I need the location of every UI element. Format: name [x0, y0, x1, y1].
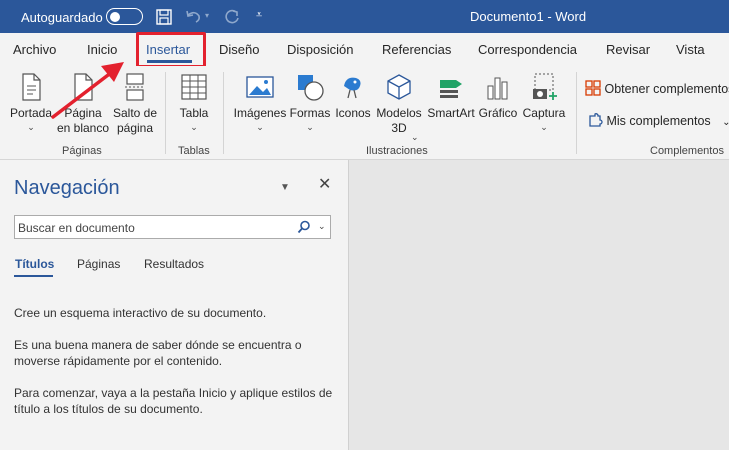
grafico-label: Gráfico — [478, 106, 518, 120]
shapes-icon — [298, 75, 324, 101]
screenshot-icon — [533, 73, 557, 100]
cover-page-icon — [22, 73, 41, 101]
obtener-complementos-label: Obtener complementos — [604, 82, 729, 96]
captura-button[interactable]: Captura ⌄ — [519, 72, 569, 133]
store-icon — [585, 80, 601, 96]
tab-archivo[interactable]: Archivo — [13, 42, 56, 57]
group-separator — [576, 72, 577, 154]
tab-vista[interactable]: Vista — [676, 42, 705, 57]
group-label-complementos: Complementos — [650, 145, 724, 157]
active-nav-tab-underline — [14, 275, 53, 277]
tab-referencias[interactable]: Referencias — [382, 42, 451, 57]
tabla-label: Tabla — [179, 106, 209, 120]
tab-titulos[interactable]: Títulos — [15, 257, 54, 271]
group-label-tablas: Tablas — [178, 145, 210, 157]
pagina-en-blanco-button[interactable]: Página en blanco — [55, 72, 111, 136]
customize-toolbar-icon[interactable]: ⩡ — [256, 9, 262, 22]
pictures-icon — [246, 76, 274, 98]
mis-complementos-label: Mis complementos — [606, 114, 711, 128]
my-addins-icon — [589, 113, 603, 127]
autosave-label: Autoguardado — [21, 10, 103, 25]
tab-inicio[interactable]: Inicio — [87, 42, 117, 57]
cube-icon — [387, 74, 411, 100]
tabla-button[interactable]: Tabla ⌄ — [172, 72, 216, 133]
mis-complementos-button[interactable]: Mis complementos ⌄ — [587, 112, 729, 128]
salto-label-1: Salto de — [112, 106, 158, 120]
nav-help-paragraph-1: Cree un esquema interactivo de su docume… — [14, 306, 267, 320]
tab-paginas[interactable]: Páginas — [77, 257, 120, 271]
modelos-3d-button[interactable]: Modelos 3D ⌄ — [373, 72, 425, 142]
tab-resultados[interactable]: Resultados — [144, 257, 204, 271]
toggle-knob — [110, 11, 120, 22]
pane-options-icon[interactable]: ▼ — [280, 182, 290, 193]
icons-icon — [344, 77, 361, 99]
salto-de-pagina-button[interactable]: Salto de página — [110, 72, 160, 136]
redo-icon[interactable] — [222, 7, 242, 27]
obtener-complementos-button[interactable]: Obtener complementos — [585, 80, 729, 96]
modelos-label-1: Modelos — [376, 106, 422, 120]
nav-help-paragraph-2: Es una buena manera de saber dónde se en… — [14, 338, 302, 368]
formas-dropdown-icon: ⌄ — [306, 122, 314, 132]
navigation-title: Navegación — [14, 177, 120, 199]
imagenes-label: Imágenes — [233, 106, 287, 120]
nav-help-paragraph-3: Para comenzar, vaya a la pestaña Inicio … — [14, 386, 333, 416]
formas-button[interactable]: Formas ⌄ — [288, 72, 332, 133]
undo-dropdown-icon[interactable]: ▾ — [205, 11, 209, 20]
portada-label: Portada — [9, 106, 53, 120]
salto-label-2: página — [116, 121, 154, 135]
navigation-pane: Navegación ▼ ✕ ⌄ Títulos Páginas Resulta… — [0, 160, 349, 450]
tab-disposicion[interactable]: Disposición — [287, 42, 353, 57]
tab-diseno[interactable]: Diseño — [219, 42, 259, 57]
group-label-ilustraciones: Ilustraciones — [366, 145, 428, 157]
grafico-button[interactable]: Gráfico — [477, 72, 519, 121]
group-separator — [223, 72, 224, 154]
imagenes-button[interactable]: Imágenes ⌄ — [232, 72, 288, 133]
captura-label: Captura — [522, 106, 566, 120]
ribbon-insertar: Portada ⌄ Página en blanco Salto de pági… — [0, 66, 729, 160]
group-separator — [165, 72, 166, 154]
save-icon[interactable] — [154, 7, 174, 27]
close-icon[interactable]: ✕ — [318, 174, 331, 194]
autosave-toggle[interactable] — [106, 8, 143, 25]
smartart-button[interactable]: SmartArt — [425, 72, 477, 121]
pagina-label-1: Página — [64, 106, 102, 120]
title-bar: Autoguardado ▾ ⩡ Documento1 - Word — [0, 0, 729, 33]
tab-correspondencia[interactable]: Correspondencia — [478, 42, 577, 57]
table-icon — [181, 74, 207, 100]
search-options-icon[interactable]: ⌄ — [318, 221, 326, 232]
iconos-label: Iconos — [335, 106, 371, 120]
search-icon[interactable] — [297, 220, 311, 234]
blank-page-icon — [74, 73, 93, 101]
document-area[interactable] — [350, 160, 729, 450]
undo-icon[interactable] — [183, 7, 203, 27]
iconos-button[interactable]: Iconos — [333, 72, 373, 121]
smartart-label: SmartArt — [427, 106, 475, 120]
ribbon-tabs: Archivo Inicio Insertar Diseño Disposici… — [0, 33, 729, 66]
search-input[interactable] — [18, 219, 288, 236]
chart-icon — [487, 77, 508, 100]
search-box[interactable]: ⌄ — [14, 215, 331, 239]
tabla-dropdown-icon: ⌄ — [190, 122, 198, 132]
modelos-dropdown-icon: ⌄ — [411, 132, 419, 142]
annotation-highlight-box — [136, 32, 206, 68]
tab-revisar[interactable]: Revisar — [606, 42, 650, 57]
captura-dropdown-icon: ⌄ — [540, 122, 548, 132]
smartart-icon — [440, 80, 462, 98]
page-break-icon — [125, 73, 145, 101]
document-title: Documento1 - Word — [470, 9, 587, 24]
portada-button[interactable]: Portada ⌄ — [8, 72, 54, 133]
mis-complementos-dropdown-icon: ⌄ — [722, 117, 729, 128]
portada-dropdown-icon: ⌄ — [27, 122, 35, 132]
pagina-label-2: en blanco — [56, 121, 110, 135]
formas-label: Formas — [289, 106, 331, 120]
group-label-paginas: Páginas — [62, 145, 102, 157]
imagenes-dropdown-icon: ⌄ — [256, 122, 264, 132]
